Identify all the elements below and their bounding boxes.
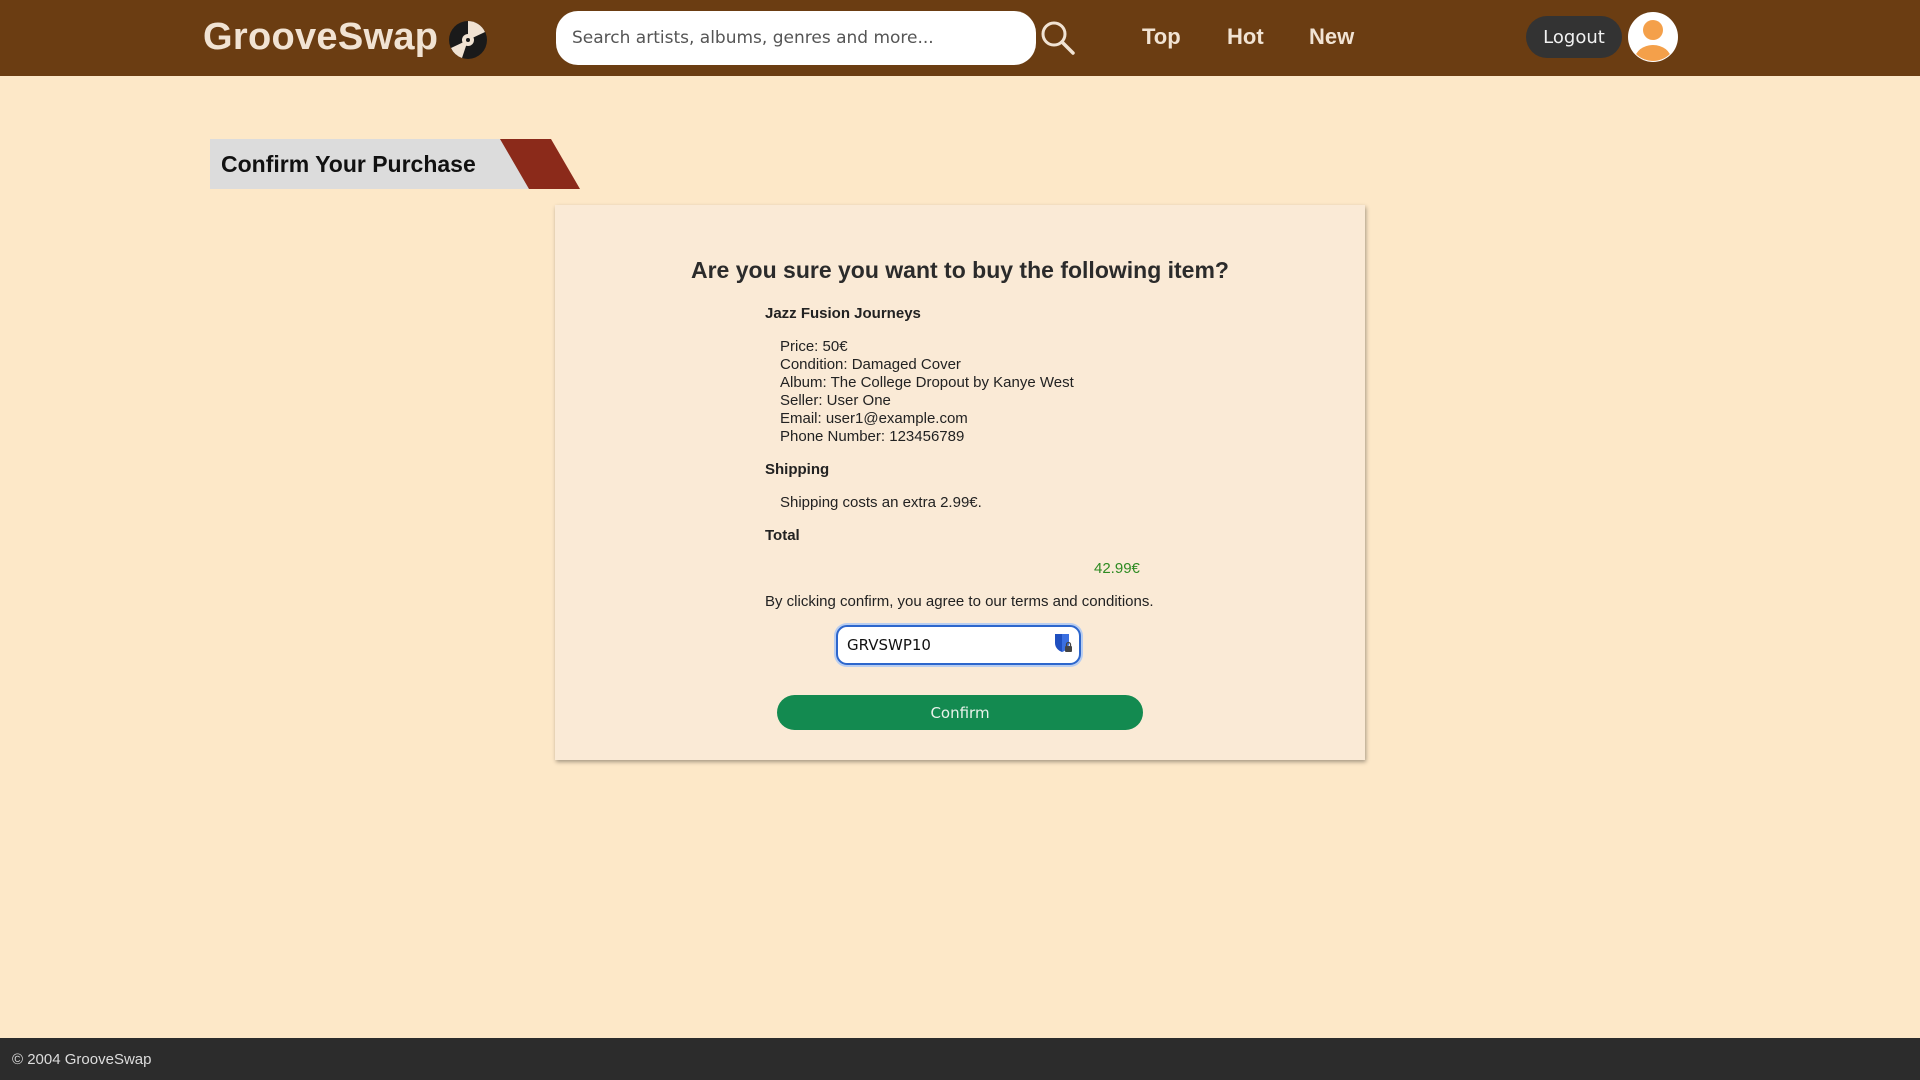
- shipping-text: Shipping costs an extra 2.99€.: [780, 494, 982, 511]
- brand-logo-text[interactable]: GrooveSwap: [203, 16, 438, 59]
- search-input[interactable]: [556, 11, 1036, 65]
- detail-condition: Condition: Damaged Cover: [780, 356, 961, 373]
- coupon-code-input[interactable]: [836, 625, 1081, 665]
- shield-lock-icon[interactable]: [1053, 632, 1073, 654]
- shipping-heading: Shipping: [765, 461, 830, 478]
- item-name: Jazz Fusion Journeys: [765, 305, 921, 322]
- title-tab-accent: [500, 139, 580, 189]
- confirm-button[interactable]: Confirm: [777, 695, 1143, 730]
- confirmation-question: Are you sure you want to buy the followi…: [691, 257, 1229, 283]
- footer-copyright: © 2004 GrooveSwap: [12, 1051, 152, 1068]
- detail-email: Email: user1@example.com: [780, 410, 968, 427]
- top-navbar: GrooveSwap Top Hot New Logout: [0, 0, 1920, 76]
- search-icon[interactable]: [1040, 20, 1076, 56]
- detail-phone: Phone Number: 123456789: [780, 428, 965, 445]
- nav-link-top[interactable]: Top: [1142, 24, 1181, 50]
- total-value: 42.99€: [1094, 560, 1140, 577]
- logout-button[interactable]: Logout: [1526, 16, 1622, 58]
- footer: © 2004 GrooveSwap: [0, 1038, 1920, 1080]
- vinyl-record-icon: [449, 21, 487, 59]
- terms-text: By clicking confirm, you agree to our te…: [765, 593, 1154, 610]
- total-heading: Total: [765, 527, 800, 544]
- user-avatar-icon[interactable]: [1627, 11, 1679, 63]
- nav-link-new[interactable]: New: [1309, 24, 1354, 50]
- detail-seller: Seller: User One: [780, 392, 891, 409]
- detail-album: Album: The College Dropout by Kanye West: [780, 374, 1074, 391]
- purchase-confirmation-card: Are you sure you want to buy the followi…: [555, 205, 1365, 760]
- nav-link-hot[interactable]: Hot: [1227, 24, 1264, 50]
- page-title-tab: Confirm Your Purchase: [210, 139, 580, 189]
- detail-price: Price: 50€: [780, 338, 848, 355]
- page-title: Confirm Your Purchase: [221, 151, 476, 177]
